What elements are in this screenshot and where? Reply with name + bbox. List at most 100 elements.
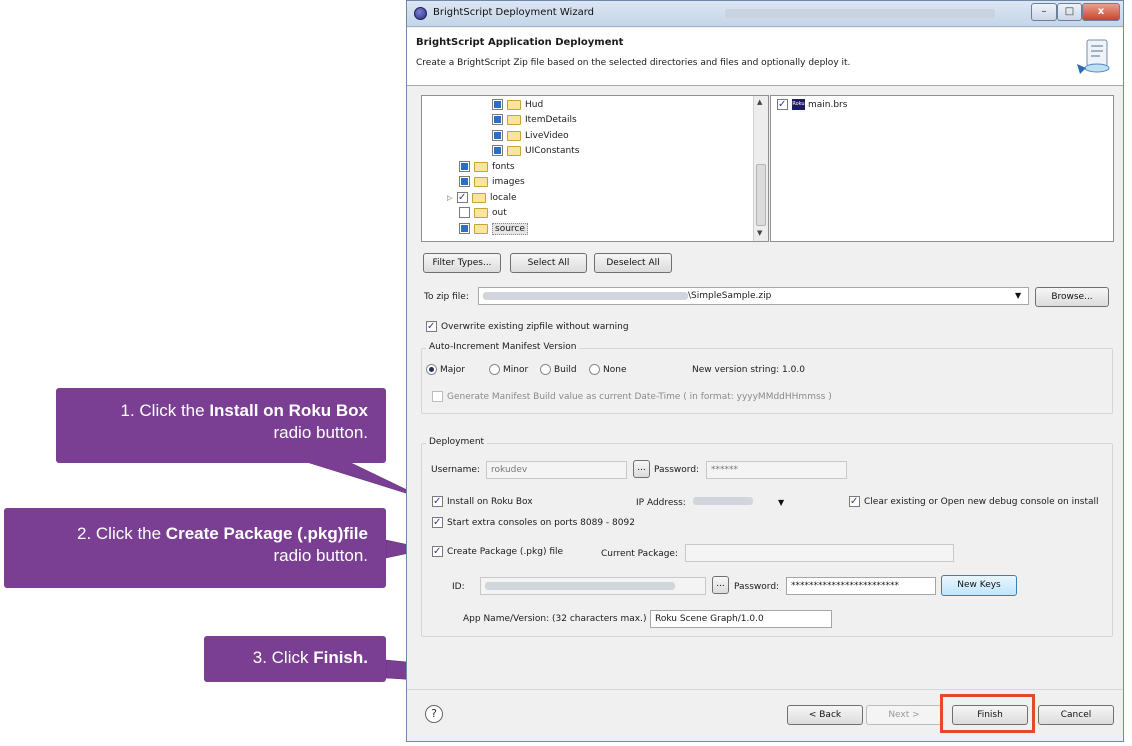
clear-console-checkbox[interactable]: Clear existing or Open new debug console… (849, 495, 1099, 509)
password-input[interactable]: ****** (706, 461, 847, 479)
current-package-input[interactable] (685, 544, 954, 562)
tree-item[interactable]: out (459, 206, 507, 220)
blurred-title-info (725, 9, 995, 18)
checkbox[interactable] (432, 495, 443, 508)
folder-icon (507, 130, 521, 141)
window-title: BrightScript Deployment Wizard (433, 7, 594, 18)
create-package-label: Create Package (.pkg) file (447, 547, 564, 557)
checkbox[interactable] (432, 545, 443, 558)
ip-address-label: IP Address: (636, 498, 686, 508)
radio-label: Major (440, 365, 465, 375)
eclipse-icon (414, 7, 427, 20)
callout-2-text: 2. Click the (76, 524, 166, 543)
roku-icon: Roku (792, 99, 805, 110)
radio[interactable] (426, 364, 437, 375)
minimize-button[interactable]: – (1031, 3, 1057, 21)
callout-finish: 3. Click Finish. (204, 636, 386, 682)
app-name-input[interactable]: Roku Scene Graph/1.0.0 (650, 610, 832, 628)
help-icon[interactable]: ? (425, 705, 443, 723)
file-item[interactable]: Rokumain.brs (777, 98, 847, 112)
checkbox[interactable] (777, 98, 788, 112)
checkbox[interactable] (457, 191, 468, 205)
radio-label: Minor (503, 365, 529, 375)
tree-item-label: locale (490, 193, 517, 203)
radio-label: None (603, 365, 627, 375)
export-wizard-icon (1077, 39, 1110, 74)
radio[interactable] (540, 364, 551, 375)
file-list[interactable]: Rokumain.brs (770, 95, 1114, 242)
checkbox[interactable] (849, 495, 860, 508)
tree-item-label: out (492, 208, 507, 218)
folder-icon (474, 223, 488, 234)
tree-item-label: LiveVideo (525, 131, 569, 141)
extra-consoles-checkbox[interactable]: Start extra consoles on ports 8089 - 809… (432, 516, 635, 530)
deselect-all-button[interactable]: Deselect All (594, 253, 672, 273)
radio-none[interactable]: None (589, 364, 626, 377)
filter-types-button[interactable]: Filter Types... (423, 253, 501, 273)
close-button[interactable]: x (1082, 3, 1120, 21)
ip-address-combo[interactable] (689, 493, 789, 511)
directory-tree[interactable]: Hud ItemDetails LiveVideo UIConstants fo… (421, 95, 769, 242)
tree-item[interactable]: ItemDetails (492, 113, 577, 127)
tree-item[interactable]: source (459, 222, 528, 236)
tree-item[interactable]: ▷ locale (447, 191, 517, 205)
radio[interactable] (489, 364, 500, 375)
callout-1-text: 1. Click the (120, 401, 210, 420)
dropdown-arrow-icon[interactable]: ▼ (778, 498, 784, 507)
blurred-id (485, 581, 675, 590)
radio-major[interactable]: Major (426, 364, 465, 377)
checkbox[interactable] (459, 207, 470, 218)
tree-item[interactable]: LiveVideo (492, 129, 569, 143)
radio-minor[interactable]: Minor (489, 364, 528, 377)
checkbox[interactable] (426, 320, 437, 333)
tree-item[interactable]: fonts (459, 160, 515, 174)
tree-item[interactable]: images (459, 175, 525, 189)
next-button[interactable]: Next > (866, 705, 942, 725)
zip-file-combo[interactable]: \SimpleSample.zip (478, 287, 1029, 305)
id-browse-button[interactable]: ... (712, 576, 729, 594)
checkbox[interactable] (492, 130, 503, 141)
install-on-roku-checkbox[interactable]: Install on Roku Box (432, 495, 533, 509)
tree-item[interactable]: Hud (492, 98, 543, 112)
checkbox[interactable] (459, 161, 470, 172)
dropdown-arrow-icon[interactable]: ▼ (1015, 291, 1021, 300)
tree-scrollbar[interactable]: ▲ ▼ (753, 96, 768, 241)
folder-icon (474, 207, 488, 218)
username-input[interactable]: rokudev (486, 461, 627, 479)
new-keys-button[interactable]: New Keys (941, 575, 1017, 596)
scroll-down-icon[interactable]: ▼ (757, 229, 762, 237)
checkbox[interactable] (459, 176, 470, 187)
wizard-header: BrightScript Application Deployment Crea… (407, 28, 1123, 86)
expand-arrow-icon[interactable]: ▷ (447, 191, 457, 205)
create-package-checkbox[interactable]: Create Package (.pkg) file (432, 545, 564, 559)
folder-icon (507, 99, 521, 110)
new-version-string: New version string: 1.0.0 (692, 365, 805, 375)
cancel-button[interactable]: Cancel (1038, 705, 1114, 725)
browse-button[interactable]: Browse... (1035, 287, 1109, 307)
maximize-button[interactable]: □ (1057, 3, 1082, 21)
checkbox[interactable] (432, 391, 443, 402)
callout-1-suffix: radio button. (273, 423, 368, 442)
radio-build[interactable]: Build (540, 364, 577, 377)
id-input[interactable] (480, 577, 706, 595)
title-bar[interactable]: BrightScript Deployment Wizard – □ x (407, 1, 1123, 27)
checkbox[interactable] (492, 99, 503, 110)
tree-item[interactable]: UIConstants (492, 144, 579, 158)
generate-build-checkbox[interactable]: Generate Manifest Build value as current… (432, 391, 832, 404)
zip-file-value: \SimpleSample.zip (688, 291, 772, 301)
key-password-input[interactable]: ************************ (786, 577, 936, 595)
callout-2-bold: Create Package (.pkg)file (165, 524, 368, 543)
scroll-up-icon[interactable]: ▲ (757, 98, 762, 106)
callout-1-bold: Install on Roku Box (209, 401, 368, 420)
username-browse-button[interactable]: ... (633, 460, 650, 478)
checkbox[interactable] (492, 114, 503, 125)
select-all-button[interactable]: Select All (510, 253, 587, 273)
overwrite-checkbox[interactable]: Overwrite existing zipfile without warni… (426, 320, 629, 334)
checkbox[interactable] (459, 223, 470, 234)
checkbox[interactable] (492, 145, 503, 156)
scroll-thumb[interactable] (756, 164, 766, 226)
finish-highlight-box (940, 694, 1035, 733)
checkbox[interactable] (432, 516, 443, 529)
back-button[interactable]: < Back (787, 705, 863, 725)
radio[interactable] (589, 364, 600, 375)
